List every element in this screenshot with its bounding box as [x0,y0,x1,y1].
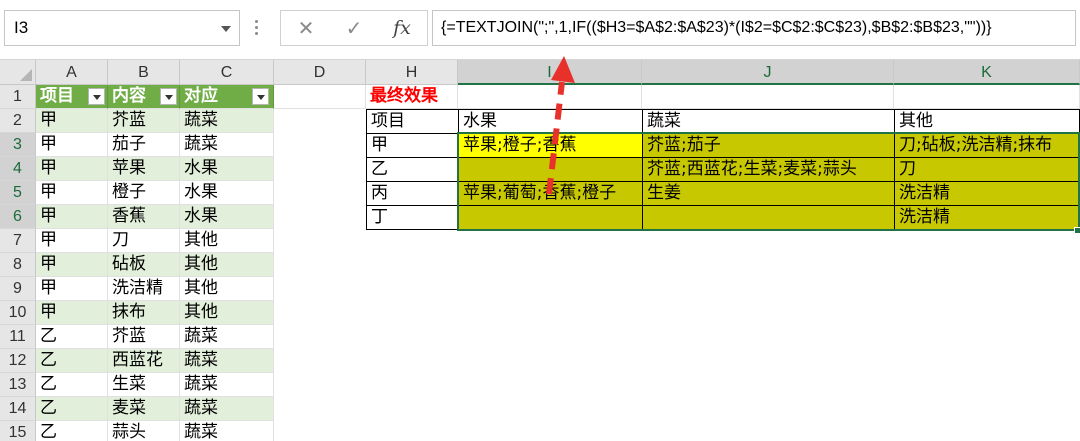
arrow-head-icon [551,56,575,83]
arrow-shaft [546,81,565,195]
annotation-arrow [546,56,575,195]
